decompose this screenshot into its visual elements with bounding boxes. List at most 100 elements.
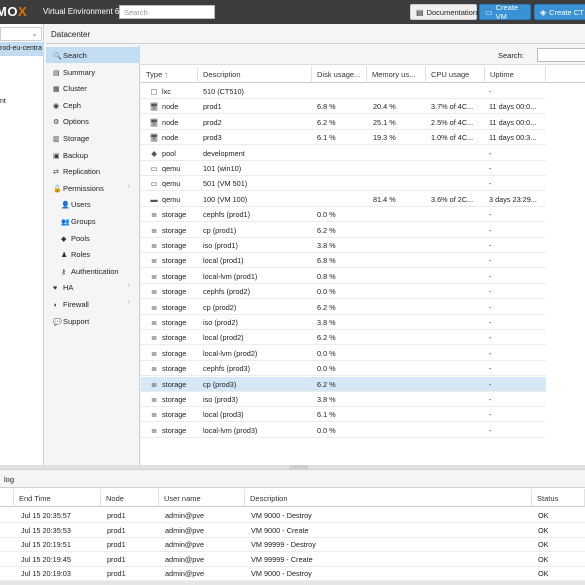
table-row[interactable]: ≣ storage iso (prod3) 3.8 % - xyxy=(141,392,546,407)
tree-item[interactable]: nt xyxy=(0,95,44,109)
table-row[interactable]: ◆ pool development - xyxy=(141,146,546,161)
vm-stopped-icon: ▭ xyxy=(150,179,158,189)
menu-item-users[interactable]: 👤Users xyxy=(46,196,140,212)
menu-item-replication[interactable]: ⇄ Replication xyxy=(46,163,140,179)
log-user-cell: admin@pve xyxy=(165,569,205,579)
cpu-cell: 3.7% of 4C... xyxy=(431,102,474,112)
tree-item-label: rod-eu-centra xyxy=(0,45,43,52)
table-row[interactable]: ≣ storage cp (prod2) 6.2 % - xyxy=(141,300,546,315)
table-row[interactable]: 🖥 node prod2 6.2 % 25.1 % 2.5% of 4C... 11 da… xyxy=(141,115,546,130)
log-row[interactable]: Jul 15 20:19:51 prod1 admin@pve VM 99999 - … xyxy=(0,537,585,553)
table-row[interactable]: ≣ storage cephfs (prod3) 0.0 % - xyxy=(141,361,546,377)
horizontal-scrollbar[interactable] xyxy=(0,581,585,585)
log-user-cell: admin@pve xyxy=(165,511,205,520)
view-selector[interactable]: ⌄ xyxy=(0,27,42,41)
column-header[interactable]: Disk usage... xyxy=(312,66,367,83)
table-row[interactable]: ≣ storage local (prod2) 6.2 % - xyxy=(141,330,546,346)
menu-item-roles[interactable]: ♟ Roles xyxy=(46,246,140,262)
table-row[interactable]: ≣ storage local-lvm (prod3) 0.0 % - xyxy=(141,423,546,438)
menu-item-backup[interactable]: ▣ Backup xyxy=(46,147,140,163)
table-row[interactable]: ≣ storage cephfs (prod2) 0.0 % - xyxy=(141,284,546,300)
disk-cell: 3.8 % xyxy=(317,395,336,404)
desc-cell: cp (prod3) xyxy=(203,379,237,389)
create-vm-button[interactable]: ▭ Create VM xyxy=(479,3,531,21)
menu-item-search[interactable]: 🔍Search xyxy=(46,47,140,63)
menu-item-authentication[interactable]: ⚷ Authentication xyxy=(46,263,140,279)
log-row[interactable]: Jul 15 20:35:53 prod1 admin@pve VM 9000 - C… xyxy=(0,523,585,538)
type-cell: 🖥 node xyxy=(148,118,178,127)
menu-item-label: Search xyxy=(63,51,87,60)
uptime-cell: - xyxy=(489,210,492,220)
table-row[interactable]: ≣ storage iso (prod2) 3.8 % - xyxy=(141,315,546,330)
tree-item[interactable]: rod-eu-centra xyxy=(0,42,44,56)
menu-item-firewall[interactable]: ◗ Firewall › xyxy=(46,296,140,312)
menu-item-options[interactable]: ⚙ Options xyxy=(46,113,140,129)
menu-item-ha[interactable]: ♥ HA › xyxy=(46,279,140,295)
menu-item-pools[interactable]: ◆ Pools xyxy=(46,230,140,246)
table-row[interactable]: ▬ qemu 100 (VM 100) 81.4 % 3.6% of 2C... 3 d… xyxy=(141,192,546,207)
proxmox-logo[interactable]: MOX xyxy=(0,4,27,19)
menu-item-support[interactable]: 💬Support xyxy=(46,313,140,329)
disk-cell: 3.8 % xyxy=(317,318,336,327)
table-row[interactable]: ≣ storage local-lvm (prod2) 0.0 % - xyxy=(141,346,546,361)
database-icon: ≣ xyxy=(150,271,158,281)
table-row[interactable]: ≣ storage cp (prod1) 6.2 % - xyxy=(141,223,546,238)
log-row[interactable]: Jul 15 20:19:03 prod1 admin@pve VM 9000 - D… xyxy=(0,566,585,582)
table-row[interactable]: ≣ storage local (prod3) 6.1 % - xyxy=(141,407,546,423)
database-icon: ≣ xyxy=(150,333,158,343)
log-row[interactable]: Jul 15 20:35:57 prod1 admin@pve VM 9000 - D… xyxy=(0,508,585,523)
menu-item-cluster[interactable]: ▦ Cluster xyxy=(46,80,140,96)
log-column-header[interactable]: Status xyxy=(532,489,585,507)
table-row[interactable]: 🖥 node prod3 6.1 % 19.3 % 1.0% of 4C... 11 da… xyxy=(141,130,546,146)
type-label: storage xyxy=(162,348,187,358)
log-end-cell: Jul 15 20:35:53 xyxy=(21,525,71,535)
log-tab[interactable]: log xyxy=(0,470,585,488)
menu-item-permissions[interactable]: 🔓Permissions › xyxy=(46,180,140,196)
type-label: storage xyxy=(162,425,187,435)
column-header[interactable]: Uptime xyxy=(485,66,546,83)
menu-item-summary[interactable]: ▤ Summary xyxy=(46,64,140,80)
menu-item-groups[interactable]: 👥Groups xyxy=(46,213,140,229)
type-cell: 🖥 node xyxy=(148,133,178,142)
log-end-cell: Jul 15 20:35:57 xyxy=(21,511,71,520)
log-column-header[interactable]: End Time xyxy=(14,489,101,507)
mem-cell: 81.4 % xyxy=(373,194,396,204)
tags-icon: ◆ xyxy=(61,235,67,243)
table-row[interactable]: ▭ qemu 501 (VM 501) - xyxy=(141,176,546,192)
disk-cell: 0.0 % xyxy=(317,364,336,374)
table-row[interactable]: ≣ storage local-lvm (prod1) 0.8 % - xyxy=(141,269,546,284)
column-header[interactable]: CPU usage xyxy=(426,66,485,83)
type-cell: ≣ storage xyxy=(148,333,186,342)
log-column-header[interactable]: Node xyxy=(101,489,159,507)
column-header-label: Type xyxy=(146,70,163,79)
table-row[interactable]: ≣ storage local (prod1) 6.8 % - xyxy=(141,253,546,269)
database-icon: ≣ xyxy=(150,241,158,250)
sort-ascending-icon: ↑ xyxy=(164,70,169,79)
create-ct-button[interactable]: ◈ Create CT xyxy=(534,4,585,20)
table-row[interactable]: ≣ storage cp (prod3) 6.2 % - xyxy=(141,376,546,392)
type-cell: 🖥 node xyxy=(148,102,178,111)
log-column-header[interactable]: Description xyxy=(245,489,532,507)
menu-item-storage[interactable]: ▥ Storage xyxy=(46,130,140,146)
database-icon: ≣ xyxy=(150,318,158,327)
type-label: storage xyxy=(162,302,187,312)
node-online-icon: 🖥 xyxy=(149,117,159,127)
table-row[interactable]: ▭ qemu 101 (win10) - xyxy=(141,161,546,176)
table-row[interactable]: ≣ storage iso (prod1) 3.8 % - xyxy=(141,238,546,253)
table-row[interactable]: ≣ storage cephfs (prod1) 0.0 % - xyxy=(141,207,546,223)
table-row[interactable]: ▢ lxc 510 (CT510) - xyxy=(141,84,546,99)
column-header[interactable]: Memory us... xyxy=(367,66,426,83)
type-label: storage xyxy=(162,256,187,266)
database-icon: ≣ xyxy=(150,348,158,358)
documentation-button[interactable]: ▤ Documentation xyxy=(410,4,477,20)
menu-item-ceph[interactable]: ◉ Ceph xyxy=(46,97,140,113)
log-column-header[interactable]: User name xyxy=(159,489,245,507)
column-header[interactable]: Description xyxy=(198,66,312,83)
table-row[interactable]: 🖥 node prod1 6.8 % 20.4 % 3.7% of 4C... 11 da… xyxy=(141,99,546,115)
log-row[interactable]: Jul 15 20:19:45 prod1 admin@pve VM 99999 - … xyxy=(0,552,585,567)
type-label: lxc xyxy=(162,87,171,96)
type-cell: ▢ lxc xyxy=(148,87,171,96)
grid-search-input[interactable] xyxy=(537,48,585,62)
column-header[interactable]: Type ↑ xyxy=(141,66,198,83)
global-search-input[interactable]: Search xyxy=(119,5,215,19)
